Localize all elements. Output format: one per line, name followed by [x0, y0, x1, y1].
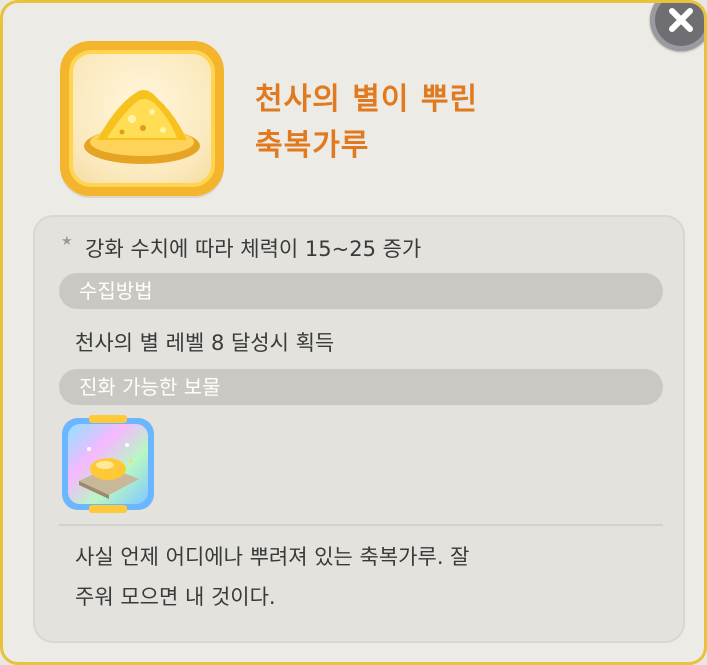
item-details-panel: ★ 강화 수치에 따라 체력이 15~25 증가 수집방법 천사의 별 레벨 8…: [33, 215, 685, 643]
star-icon: ★: [61, 234, 73, 249]
item-name-line1: 천사의 별이 뿌린: [255, 82, 479, 117]
close-icon: [669, 8, 693, 32]
item-flavor-text: 사실 언제 어디에나 뿌려져 있는 축복가루. 잘 주워 모으면 내 것이다.: [75, 537, 635, 617]
golden-powder-icon: [69, 50, 215, 187]
flavor-line2: 주워 모으면 내 것이다.: [75, 585, 276, 609]
divider: [59, 524, 663, 526]
acquire-section-header: 수집방법: [59, 273, 663, 309]
stat-description: 강화 수치에 따라 체력이 15~25 증가: [85, 237, 422, 261]
flavor-line1: 사실 언제 어디에나 뿌려져 있는 축복가루. 잘: [75, 545, 470, 569]
item-info-popup: 천사의 별이 뿌린 축복가루 ★ 강화 수치에 따라 체력이 15~25 증가 …: [0, 0, 707, 665]
acquire-method-text: 천사의 별 레벨 8 달성시 획득: [75, 331, 335, 355]
item-name-line2: 축복가루: [255, 128, 370, 163]
evolve-section-header: 진화 가능한 보물: [59, 369, 663, 405]
golden-butter-treasure-icon: [62, 415, 154, 513]
evolve-item-button[interactable]: [59, 415, 157, 513]
item-icon-frame: [60, 41, 224, 196]
item-name: 천사의 별이 뿌린 축복가루: [255, 77, 478, 169]
close-button[interactable]: [650, 3, 704, 51]
